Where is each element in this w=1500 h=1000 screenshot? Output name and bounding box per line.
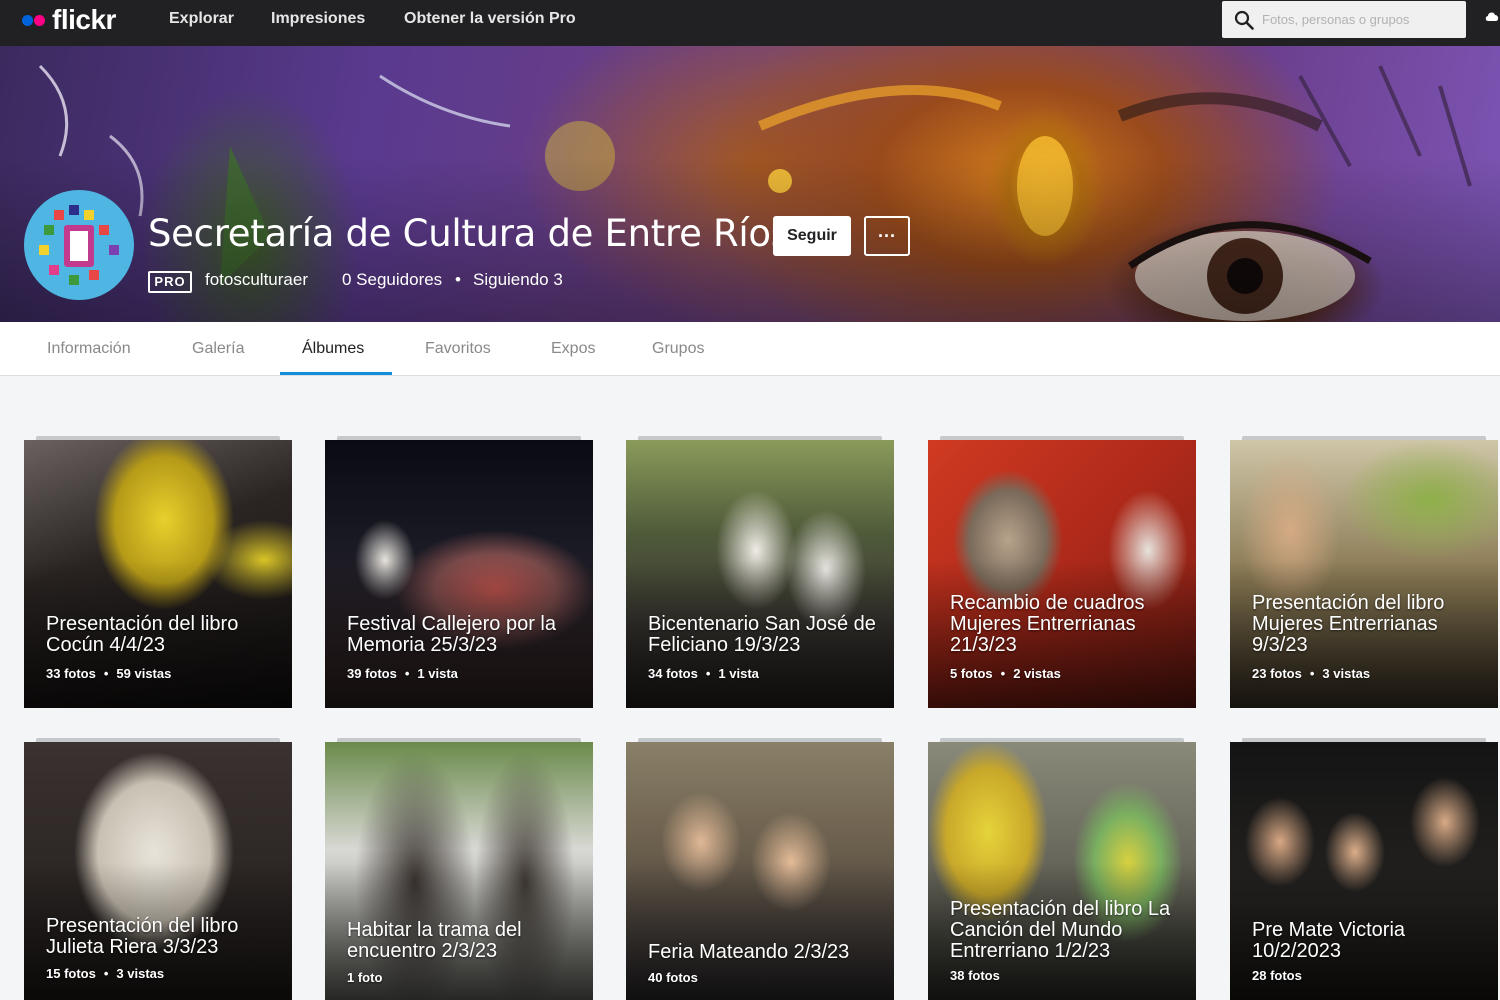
stats-bullet: • <box>1000 666 1006 681</box>
album-stats: 1 foto <box>347 970 382 985</box>
album-stats: 28 fotos <box>1252 968 1302 983</box>
album-card[interactable]: Habitar la trama del encuentro 2/3/23 1 … <box>325 742 593 1000</box>
flickr-logo[interactable]: flickr <box>22 4 116 35</box>
album-view-count: 59 vistas <box>116 666 172 681</box>
album-title: Presentación del libro Julieta Riera 3/3… <box>46 915 239 958</box>
stats-bullet: • <box>1309 666 1315 681</box>
stats-separator: • <box>455 270 461 289</box>
album-stats: 39 fotos • 1 vista <box>347 666 458 681</box>
album-view-count: 2 vistas <box>1013 666 1061 681</box>
profile-cover-image: Secretaría de Cultura de Entre Ríos Segu… <box>0 46 1500 322</box>
album-cover-fade <box>24 742 292 1000</box>
album-title: Feria Mateando 2/3/23 <box>648 941 850 963</box>
album-stats: 38 fotos <box>950 968 1000 983</box>
album-title: Bicentenario San José de Feliciano 19/3/… <box>648 613 876 656</box>
album-card[interactable]: Pre Mate Victoria 10/2/2023 28 fotos <box>1230 742 1498 1000</box>
album-stats: 5 fotos • 2 vistas <box>950 666 1061 681</box>
profile-screen-name: fotosculturaer <box>205 270 308 289</box>
avatar-center-mark <box>64 225 94 267</box>
avatar-pixel <box>89 270 99 280</box>
tab-favoritos[interactable]: Favoritos <box>425 340 491 358</box>
album-card[interactable]: Recambio de cuadros Mujeres Entrerrianas… <box>928 440 1196 708</box>
avatar-pixel <box>69 275 79 285</box>
logo-blue-dot-icon <box>22 14 33 26</box>
top-navigation-bar: flickr Explorar Impresiones Obtener la v… <box>0 0 1500 46</box>
avatar-pixel <box>84 210 94 220</box>
avatar-pixel <box>39 245 49 255</box>
pro-badge: PRO <box>148 271 192 293</box>
album-photo-count: 40 fotos <box>648 970 698 985</box>
album-card[interactable]: Presentación del libro La Canción del Mu… <box>928 742 1196 1000</box>
album-photo-count: 15 fotos <box>46 966 96 981</box>
album-title: Presentación del libro La Canción del Mu… <box>950 898 1171 962</box>
album-card[interactable]: Festival Callejero por la Memoria 25/3/2… <box>325 440 593 708</box>
album-title: Presentación del libro Mujeres Entrerria… <box>1252 592 1445 656</box>
upload-cloud-icon[interactable] <box>1484 8 1500 24</box>
search-input[interactable] <box>1262 1 1460 38</box>
avatar-pixel <box>69 205 79 215</box>
album-stats: 15 fotos • 3 vistas <box>46 966 164 981</box>
nav-link-impresiones[interactable]: Impresiones <box>271 10 365 28</box>
album-photo-count: 5 fotos <box>950 666 993 681</box>
album-card[interactable]: Bicentenario San José de Feliciano 19/3/… <box>626 440 894 708</box>
profile-tabs-bar: Información Galería Álbumes Favoritos Ex… <box>0 322 1500 376</box>
avatar-pixel <box>54 210 64 220</box>
nav-link-explorar[interactable]: Explorar <box>169 10 234 28</box>
avatar[interactable] <box>24 190 134 300</box>
album-stats: 33 fotos • 59 vistas <box>46 666 171 681</box>
album-stats: 40 fotos <box>648 970 698 985</box>
album-card[interactable]: Presentación del libro Mujeres Entrerria… <box>1230 440 1498 708</box>
album-photo-count: 34 fotos <box>648 666 698 681</box>
search-box <box>1222 1 1466 38</box>
album-view-count: 3 vistas <box>1322 666 1371 681</box>
more-options-button[interactable]: ··· <box>864 216 910 256</box>
profile-name: Secretaría de Cultura de Entre Ríos <box>148 212 790 255</box>
nav-link-get-pro[interactable]: Obtener la versión Pro <box>404 10 576 28</box>
avatar-pixel <box>99 225 109 235</box>
album-stats: 23 fotos • 3 vistas <box>1252 666 1370 681</box>
stats-bullet: • <box>103 666 109 681</box>
album-title: Recambio de cuadros Mujeres Entrerrianas… <box>950 592 1145 656</box>
album-title: Habitar la trama del encuentro 2/3/23 <box>347 919 522 962</box>
album-title: Presentación del libro Cocún 4/4/23 <box>46 613 239 656</box>
tab-grupos[interactable]: Grupos <box>652 340 704 358</box>
album-stats: 34 fotos • 1 vista <box>648 666 759 681</box>
logo-pink-dot-icon <box>34 14 45 26</box>
follow-button[interactable]: Seguir <box>773 216 851 256</box>
album-photo-count: 28 fotos <box>1252 968 1302 983</box>
album-photo-count: 33 fotos <box>46 666 96 681</box>
album-view-count: 1 vista <box>718 666 759 681</box>
album-photo-count: 38 fotos <box>950 968 1000 983</box>
album-card[interactable]: Presentación del libro Julieta Riera 3/3… <box>24 742 292 1000</box>
stats-bullet: • <box>103 966 109 981</box>
album-cover-image <box>24 742 292 1000</box>
tab-galeria[interactable]: Galería <box>192 340 244 358</box>
stats-bullet: • <box>705 666 711 681</box>
album-view-count: 3 vistas <box>116 966 165 981</box>
album-title: Pre Mate Victoria 10/2/2023 <box>1252 919 1406 962</box>
avatar-pixel <box>109 245 119 255</box>
tab-albumes[interactable]: Álbumes <box>302 340 364 358</box>
album-card[interactable]: Presentación del libro Cocún 4/4/23 33 f… <box>24 440 292 708</box>
search-icon[interactable] <box>1234 10 1254 30</box>
following-count-link[interactable]: Siguiendo 3 <box>473 270 563 290</box>
tab-informacion[interactable]: Información <box>47 340 131 358</box>
active-tab-indicator <box>280 372 392 375</box>
album-card[interactable]: Feria Mateando 2/3/23 40 fotos <box>626 742 894 1000</box>
album-photo-count: 23 fotos <box>1252 666 1302 681</box>
tab-expos[interactable]: Expos <box>551 340 595 358</box>
logo-wordmark: flickr <box>52 4 116 35</box>
album-photo-count: 39 fotos <box>347 666 397 681</box>
album-view-count: 1 vista <box>417 666 458 681</box>
more-icon: ··· <box>878 226 896 246</box>
stats-bullet: • <box>404 666 410 681</box>
followers-count-link[interactable]: 0 Seguidores <box>342 270 442 290</box>
album-photo-count: 1 foto <box>347 970 383 985</box>
avatar-pixel <box>49 265 59 275</box>
avatar-pixel <box>44 225 54 235</box>
album-title: Festival Callejero por la Memoria 25/3/2… <box>347 613 556 656</box>
